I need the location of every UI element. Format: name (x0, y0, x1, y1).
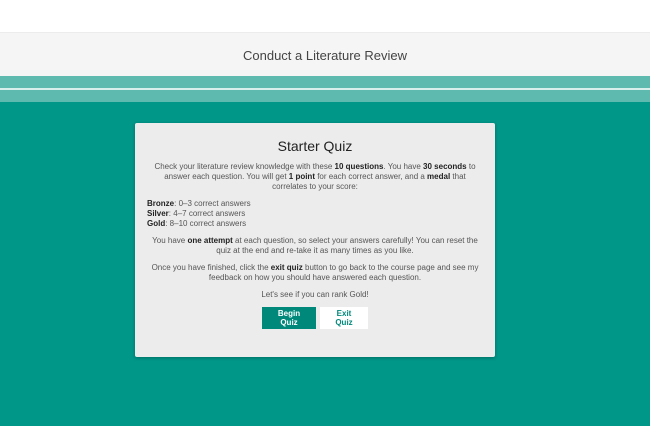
intro-text-part: . You have (383, 162, 424, 171)
medal-item-gold: Gold: 8–10 correct answers (147, 219, 483, 229)
attempt-text-part: You have (152, 236, 188, 245)
medal-name: Gold (147, 219, 166, 228)
attempt-count: one attempt (187, 236, 233, 245)
finish-text-part: Once you have finished, click the (151, 263, 271, 272)
medal-range: : 8–10 correct answers (165, 219, 247, 228)
attempt-info-text: You have one attempt at each question, s… (147, 236, 483, 256)
finish-info-text: Once you have finished, click the exit q… (147, 263, 483, 283)
quiz-card: Starter Quiz Check your literature revie… (135, 123, 495, 357)
intro-time-limit: 30 seconds (423, 162, 467, 171)
medal-name: Bronze (147, 199, 175, 208)
intro-medal: medal (427, 172, 451, 181)
quiz-button-row: Begin Quiz Exit Quiz (147, 307, 483, 329)
begin-quiz-button[interactable]: Begin Quiz (262, 307, 316, 329)
quiz-heading: Starter Quiz (277, 138, 353, 154)
attempt-text-part: at each question, so select your answers… (216, 236, 478, 255)
finish-exit-quiz-label: exit quiz (270, 263, 303, 272)
intro-text-part: Check your literature review knowledge w… (154, 162, 335, 171)
closing-text: Let's see if you can rank Gold! (261, 290, 369, 299)
exit-quiz-button[interactable]: Exit Quiz (320, 307, 368, 329)
quiz-intro-text: Check your literature review knowledge w… (147, 162, 483, 192)
intro-points: 1 point (288, 172, 315, 181)
medal-item-silver: Silver: 4–7 correct answers (147, 209, 483, 219)
intro-question-count: 10 questions (334, 162, 384, 171)
decorative-band-bottom (0, 90, 650, 102)
medal-item-bronze: Bronze: 0–3 correct answers (147, 199, 483, 209)
medal-range: : 0–3 correct answers (174, 199, 251, 208)
page-title: Conduct a Literature Review (242, 47, 408, 63)
medal-list: Bronze: 0–3 correct answers Silver: 4–7 … (147, 199, 483, 229)
medal-range: : 4–7 correct answers (168, 209, 246, 218)
top-bar (0, 0, 650, 32)
intro-text-part: for each correct answer, and a (314, 172, 428, 181)
course-title-bar: Conduct a Literature Review (0, 32, 650, 77)
medal-name: Silver (147, 209, 169, 218)
decorative-band-top (0, 76, 650, 88)
